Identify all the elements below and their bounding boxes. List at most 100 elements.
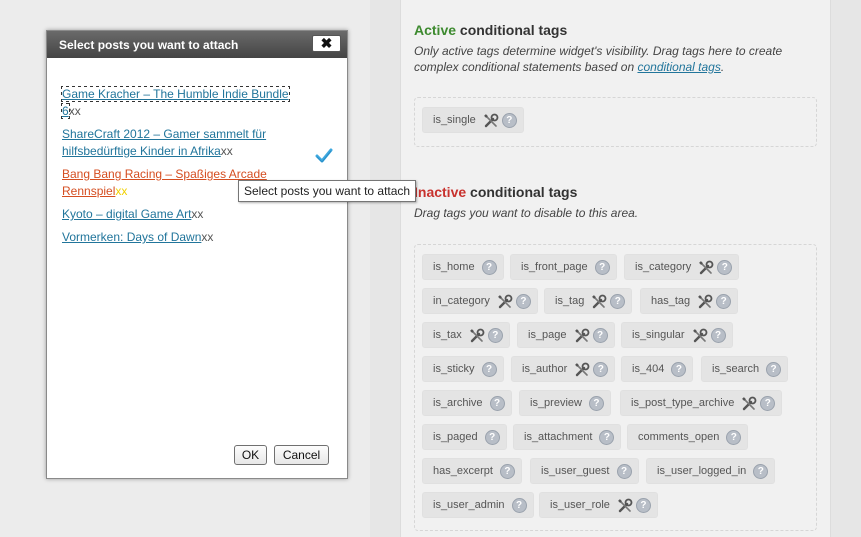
- help-icon[interactable]: ?: [610, 293, 626, 309]
- tag-is-tax[interactable]: is_tax?: [422, 322, 510, 348]
- inactive-tags-title: Inactive conditional tags: [414, 184, 578, 200]
- tools-icon[interactable]: [574, 328, 590, 343]
- tag-is-author[interactable]: is_author?: [511, 356, 616, 382]
- tag-label: is_404: [632, 363, 665, 375]
- tag-is-page[interactable]: is_page?: [517, 322, 615, 348]
- ok-button[interactable]: OK: [234, 445, 267, 465]
- help-icon[interactable]: ?: [515, 293, 531, 309]
- post-list-item: Vormerken: Days of Dawnxx: [62, 229, 307, 246]
- tag-is-user-admin[interactable]: is_user_admin?: [422, 492, 534, 518]
- tag-label: has_excerpt: [433, 465, 493, 477]
- tag-is-post-type-archive[interactable]: is_post_type_archive?: [620, 390, 783, 416]
- tag-is-preview[interactable]: is_preview?: [519, 390, 611, 416]
- post-list-item: ShareCraft 2012 – Gamer sammelt für hilf…: [62, 126, 307, 160]
- tag-is-user-logged-in[interactable]: is_user_logged_in?: [646, 458, 776, 484]
- tag-is-archive[interactable]: is_archive?: [422, 390, 512, 416]
- help-icon[interactable]: ?: [487, 327, 503, 343]
- tag-label: is_archive: [433, 397, 483, 409]
- tag-comments-open[interactable]: comments_open?: [627, 424, 749, 450]
- tag-is-front-page[interactable]: is_front_page?: [510, 254, 617, 280]
- close-icon: ✖: [320, 35, 333, 51]
- post-suffix: xx: [191, 207, 204, 221]
- help-icon[interactable]: ?: [753, 463, 769, 479]
- help-icon[interactable]: ?: [484, 429, 500, 445]
- post-link[interactable]: Vormerken: Days of Dawn: [62, 230, 201, 244]
- help-icon[interactable]: ?: [481, 361, 497, 377]
- tag-label: is_front_page: [521, 261, 588, 273]
- help-icon[interactable]: ?: [511, 497, 527, 513]
- tag-is-attachment[interactable]: is_attachment?: [513, 424, 622, 450]
- tag-is-user-guest[interactable]: is_user_guest?: [530, 458, 639, 484]
- tools-icon[interactable]: [497, 294, 513, 309]
- tag-is-tag[interactable]: is_tag?: [544, 288, 633, 314]
- post-link[interactable]: Game Kracher – The Humble Indie Bundle 6: [61, 86, 290, 119]
- post-list-item: Game Kracher – The Humble Indie Bundle 6…: [61, 86, 307, 120]
- dialog-header: Select posts you want to attach ✖: [47, 31, 347, 58]
- checkmark-icon: [315, 148, 333, 163]
- help-icon[interactable]: ?: [588, 395, 604, 411]
- tooltip: Select posts you want to attach: [238, 180, 417, 202]
- help-icon[interactable]: ?: [501, 112, 517, 128]
- tag-label: is_tax: [433, 329, 462, 341]
- tools-icon[interactable]: [591, 294, 607, 309]
- tag-label: is_home: [433, 261, 475, 273]
- help-icon[interactable]: ?: [594, 259, 610, 275]
- tag-label: is_user_admin: [433, 499, 505, 511]
- tag-is-user-role[interactable]: is_user_role?: [539, 492, 658, 518]
- help-icon[interactable]: ?: [593, 361, 609, 377]
- help-icon[interactable]: ?: [616, 463, 632, 479]
- active-tags-description: Only active tags determine widget's visi…: [414, 44, 783, 74]
- tag-label: is_paged: [433, 431, 478, 443]
- tag-label: is_author: [522, 363, 568, 375]
- help-icon[interactable]: ?: [671, 361, 687, 377]
- help-icon[interactable]: ?: [489, 395, 505, 411]
- tools-icon[interactable]: [741, 396, 757, 411]
- conditional-tags-link[interactable]: conditional tags: [637, 60, 720, 74]
- conditional-tags-panel: Active conditional tags Only active tags…: [401, 0, 830, 537]
- help-icon[interactable]: ?: [726, 429, 742, 445]
- help-icon[interactable]: ?: [635, 497, 651, 513]
- tag-label: comments_open: [638, 431, 720, 443]
- tag-label: is_preview: [530, 397, 582, 409]
- tag-has-tag[interactable]: has_tag?: [640, 288, 739, 314]
- tag-is-404[interactable]: is_404?: [621, 356, 694, 382]
- tools-icon[interactable]: [697, 294, 713, 309]
- tag-is-paged[interactable]: is_paged?: [422, 424, 507, 450]
- tag-is-category[interactable]: is_category?: [624, 254, 740, 280]
- tag-is-single[interactable]: is_single?: [422, 107, 524, 133]
- help-icon[interactable]: ?: [710, 327, 726, 343]
- tag-is-singular[interactable]: is_singular?: [621, 322, 733, 348]
- post-link[interactable]: Kyoto – digital Game Art: [62, 207, 191, 221]
- help-icon[interactable]: ?: [717, 259, 733, 275]
- tools-icon[interactable]: [692, 328, 708, 343]
- post-link[interactable]: ShareCraft 2012 – Gamer sammelt für hilf…: [62, 127, 266, 158]
- post-link[interactable]: Bang Bang Racing – Spaßiges Arcade Renns…: [62, 167, 267, 198]
- dialog-title: Select posts you want to attach: [59, 37, 239, 52]
- tag-in-category[interactable]: in_category?: [422, 288, 538, 314]
- tag-label: is_category: [635, 261, 692, 273]
- active-tags-title: Active conditional tags: [414, 22, 568, 38]
- select-posts-dialog: Select posts you want to attach ✖ Game K…: [46, 30, 348, 479]
- tag-is-home[interactable]: is_home?: [422, 254, 504, 280]
- help-icon[interactable]: ?: [592, 327, 608, 343]
- post-suffix: xx: [68, 104, 81, 118]
- help-icon[interactable]: ?: [716, 293, 732, 309]
- tag-has-excerpt[interactable]: has_excerpt?: [422, 458, 522, 484]
- tools-icon[interactable]: [698, 260, 714, 275]
- tools-icon[interactable]: [469, 328, 485, 343]
- tools-icon[interactable]: [483, 113, 499, 128]
- tag-label: is_single: [433, 114, 476, 126]
- post-suffix: xx: [220, 144, 233, 158]
- help-icon[interactable]: ?: [766, 361, 782, 377]
- tools-icon[interactable]: [574, 362, 590, 377]
- tag-is-sticky[interactable]: is_sticky?: [422, 356, 504, 382]
- tag-is-search[interactable]: is_search?: [701, 356, 789, 382]
- help-icon[interactable]: ?: [499, 463, 515, 479]
- tag-label: is_attachment: [524, 431, 593, 443]
- tools-icon[interactable]: [617, 498, 633, 513]
- help-icon[interactable]: ?: [760, 395, 776, 411]
- help-icon[interactable]: ?: [599, 429, 615, 445]
- close-button[interactable]: ✖: [312, 35, 341, 52]
- cancel-button[interactable]: Cancel: [274, 445, 329, 465]
- help-icon[interactable]: ?: [481, 259, 497, 275]
